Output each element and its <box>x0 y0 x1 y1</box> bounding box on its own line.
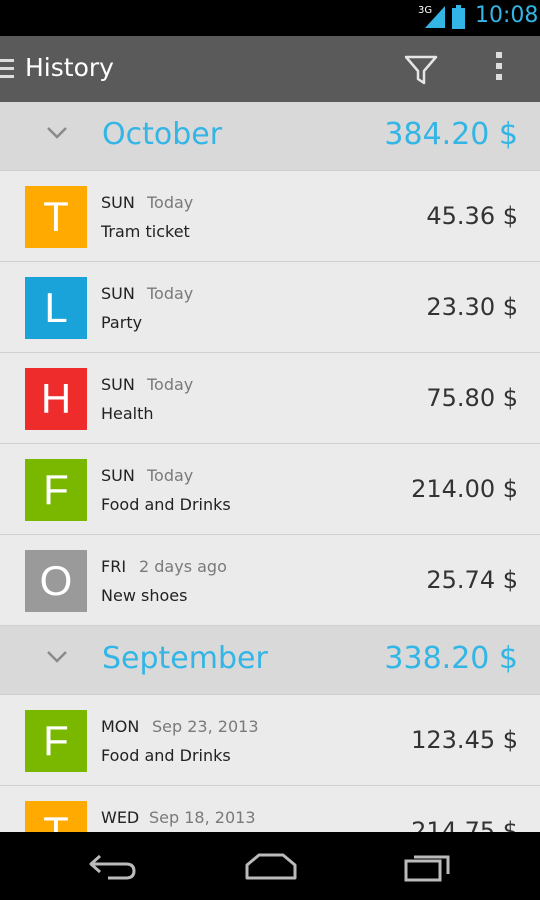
list-item[interactable]: O FRI 2 days ago New shoes 25.74 $ <box>0 535 540 626</box>
category-tile: T <box>25 186 87 248</box>
date-label: 2 days ago <box>139 557 227 576</box>
item-amount: 45.36 $ <box>426 202 518 230</box>
item-amount: 23.30 $ <box>426 293 518 321</box>
list-item[interactable]: T SUN Today Tram ticket 45.36 $ <box>0 171 540 262</box>
date-label: Today <box>147 284 194 303</box>
list-item[interactable]: H SUN Today Health 75.80 $ <box>0 353 540 444</box>
navigation-bar <box>0 832 540 900</box>
item-amount: 214.75 $ <box>411 817 518 832</box>
filter-icon[interactable] <box>404 54 438 86</box>
battery-icon <box>452 5 465 29</box>
back-icon[interactable] <box>88 852 138 880</box>
category-tile: O <box>25 550 87 612</box>
list-item[interactable]: L SUN Today Party 23.30 $ <box>0 262 540 353</box>
month-header-1[interactable]: September 338.20 $ <box>0 626 540 695</box>
category-tile: T <box>25 801 87 832</box>
item-name: Health <box>101 404 154 423</box>
day-label: SUN <box>101 375 135 394</box>
category-tile: F <box>25 710 87 772</box>
action-bar: History <box>0 36 540 103</box>
date-label: Today <box>147 193 194 212</box>
day-label: SUN <box>101 193 135 212</box>
item-name: Tram ticket <box>101 222 190 241</box>
chevron-down-icon[interactable] <box>46 126 68 140</box>
signal-icon <box>425 6 445 28</box>
category-tile: H <box>25 368 87 430</box>
month-total: 338.20 $ <box>384 641 518 676</box>
home-icon[interactable] <box>243 852 299 880</box>
month-name: September <box>102 641 268 676</box>
item-name: Party <box>101 313 143 332</box>
item-amount: 25.74 $ <box>426 566 518 594</box>
day-label: SUN <box>101 466 135 485</box>
overflow-menu-icon[interactable] <box>494 52 504 86</box>
day-label: MON <box>101 717 140 736</box>
day-label: FRI <box>101 557 127 576</box>
chevron-down-icon[interactable] <box>46 650 68 664</box>
category-tile: F <box>25 459 87 521</box>
date-label: Sep 18, 2013 <box>149 808 256 827</box>
item-amount: 214.00 $ <box>411 475 518 503</box>
list-item[interactable]: F SUN Today Food and Drinks 214.00 $ <box>0 444 540 535</box>
item-name: Food and Drinks <box>101 495 231 514</box>
history-list: October 384.20 $ T SUN Today Tram ticket 45.36… <box>0 102 540 832</box>
list-item[interactable]: T WED Sep 18, 2013 214.75 $ <box>0 786 540 832</box>
date-label: Today <box>147 375 194 394</box>
status-bar: 3G 10:08 <box>0 0 540 36</box>
page-title[interactable]: History <box>25 53 114 82</box>
category-tile: L <box>25 277 87 339</box>
list-item[interactable]: F MON Sep 23, 2013 Food and Drinks 123.45 $ <box>0 695 540 786</box>
month-header-0[interactable]: October 384.20 $ <box>0 102 540 171</box>
month-name: October <box>102 117 223 152</box>
date-label: Sep 23, 2013 <box>152 717 259 736</box>
item-name: New shoes <box>101 586 188 605</box>
day-label: SUN <box>101 284 135 303</box>
date-label: Today <box>147 466 194 485</box>
recent-apps-icon[interactable] <box>404 852 454 882</box>
item-name: Food and Drinks <box>101 746 231 765</box>
month-total: 384.20 $ <box>384 117 518 152</box>
drawer-menu-icon[interactable] <box>0 59 14 79</box>
day-label: WED <box>101 808 140 827</box>
clock: 10:08 <box>475 3 539 28</box>
item-amount: 75.80 $ <box>426 384 518 412</box>
item-amount: 123.45 $ <box>411 726 518 754</box>
